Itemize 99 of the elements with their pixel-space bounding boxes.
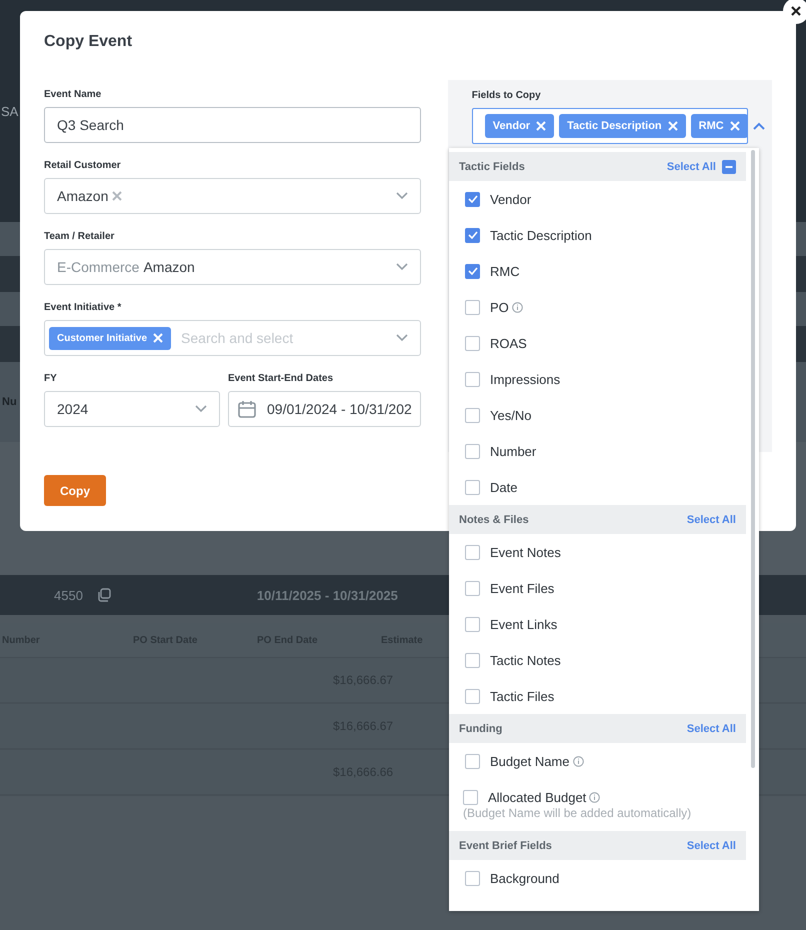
select-field[interactable]: E-Commerce Amazon (44, 249, 421, 285)
partial-checkbox-icon[interactable] (722, 160, 736, 174)
field-label: Event Name (44, 89, 102, 101)
checkbox[interactable] (465, 544, 480, 560)
option-row[interactable]: Vendor (465, 192, 746, 206)
close-icon (791, 6, 801, 16)
checkbox[interactable] (465, 192, 480, 206)
option-note: (Budget Name will be added automatically) (463, 806, 692, 820)
group-title: Funding (459, 722, 502, 734)
info-icon (589, 792, 600, 803)
group-title: Tactic Fields (459, 160, 525, 172)
field-label: FY (44, 373, 58, 385)
option-label: Vendor (490, 192, 532, 206)
checkbox[interactable] (465, 444, 480, 458)
checkbox[interactable] (465, 300, 480, 314)
option-label: Tactic Files (490, 688, 554, 704)
checkbox[interactable] (465, 336, 480, 350)
copy-icon[interactable] (96, 588, 111, 602)
chevron-down-icon[interactable] (396, 192, 408, 200)
option-label: Impressions (490, 372, 560, 386)
select-field[interactable]: Amazon (44, 178, 421, 214)
input-field[interactable]: Q3 Search (44, 107, 421, 143)
option-label: Yes/No (490, 408, 532, 422)
chevron-up-icon[interactable] (752, 122, 765, 130)
option-label: Event Files (490, 580, 554, 596)
option-row[interactable]: Event Notes (465, 544, 746, 560)
checkbox[interactable] (465, 688, 480, 704)
check-icon (468, 231, 478, 239)
select-value: Amazon (143, 259, 195, 275)
checkbox[interactable] (465, 372, 480, 386)
option-row[interactable]: Number (465, 444, 746, 458)
option-row[interactable]: Impressions (465, 372, 746, 386)
select-field[interactable]: 2024 (44, 391, 220, 427)
checkbox[interactable] (465, 754, 480, 768)
header-text: SA (1, 104, 18, 118)
checkbox[interactable] (463, 790, 478, 805)
option-label: Tactic Notes (490, 652, 561, 668)
option-label: ROAS (490, 336, 527, 350)
checkbox[interactable] (465, 616, 480, 632)
tag-label: Vendor (492, 120, 530, 132)
option-row[interactable]: RMC (465, 264, 746, 278)
option-label: Allocated Budget (488, 790, 586, 805)
option-label: Background (490, 870, 560, 886)
checkbox[interactable] (465, 228, 480, 242)
option-row[interactable]: Tactic Files (465, 688, 746, 704)
chevron-down-icon[interactable] (195, 405, 207, 413)
option-label: RMC (490, 264, 520, 278)
info-icon (512, 302, 523, 312)
checkbox[interactable] (465, 480, 480, 494)
calendar-icon (237, 399, 257, 419)
option-label: Event Links (490, 616, 558, 632)
option-label: Tactic Description (490, 228, 592, 242)
option-row[interactable]: Date (465, 480, 746, 494)
option-label: Event Notes (490, 544, 561, 560)
option-row[interactable]: Yes/No (465, 408, 746, 422)
event-id: 4550 (54, 588, 83, 602)
chevron-down-icon[interactable] (396, 263, 408, 271)
close-icon[interactable] (112, 191, 122, 201)
group-title: Event Brief Fields (459, 840, 552, 852)
option-row[interactable]: Tactic Description (465, 228, 746, 242)
select-value: 2024 (57, 401, 88, 417)
option-row[interactable]: Allocated Budget (463, 790, 746, 805)
chevron-down-icon[interactable] (396, 334, 408, 342)
select-value: Amazon (57, 188, 108, 204)
tag-label: Customer Initiative (57, 332, 148, 344)
field-label: Fields to Copy (472, 90, 542, 102)
option-row[interactable]: Background (465, 870, 746, 886)
option-row[interactable]: Event Files (465, 580, 746, 596)
check-icon (468, 267, 478, 275)
option-row[interactable]: Event Links (465, 616, 746, 632)
option-label: Budget Name (490, 754, 570, 768)
option-row[interactable]: Budget Name (465, 754, 746, 768)
checkbox[interactable] (465, 264, 480, 278)
info-icon (572, 756, 584, 766)
field-label: Event Initiative * (44, 302, 122, 314)
field-label: Team / Retailer (44, 231, 116, 243)
checkbox[interactable] (465, 870, 480, 886)
date-value: 09/01/2024 - 10/31/202 (267, 401, 412, 417)
checkbox[interactable] (465, 408, 480, 422)
option-row[interactable]: PO (465, 300, 746, 314)
option-row[interactable]: ROAS (465, 336, 746, 350)
option-row[interactable]: Tactic Notes (465, 652, 746, 668)
date-range-field[interactable]: 09/01/2024 - 10/31/202 (228, 391, 421, 427)
select-prefix: E-Commerce (57, 259, 140, 275)
event-dates: 10/11/2025 - 10/31/2025 (256, 588, 398, 602)
tag-label: Tactic Description (567, 120, 662, 132)
field-label: Event Start-End Dates (228, 373, 334, 385)
option-label: Number (490, 444, 536, 458)
checkbox[interactable] (465, 580, 480, 596)
search-input[interactable]: Search and select (179, 329, 396, 347)
checkbox[interactable] (465, 652, 480, 668)
group-title: Notes & Files (459, 514, 529, 526)
option-label: PO (490, 300, 509, 314)
scrollbar-thumb[interactable] (750, 150, 754, 768)
check-icon (468, 195, 478, 203)
tag-label: RMC (698, 120, 724, 132)
option-label: Date (490, 480, 518, 494)
dialog-title: Copy Event (44, 33, 134, 52)
field-label: Retail Customer (44, 160, 122, 172)
